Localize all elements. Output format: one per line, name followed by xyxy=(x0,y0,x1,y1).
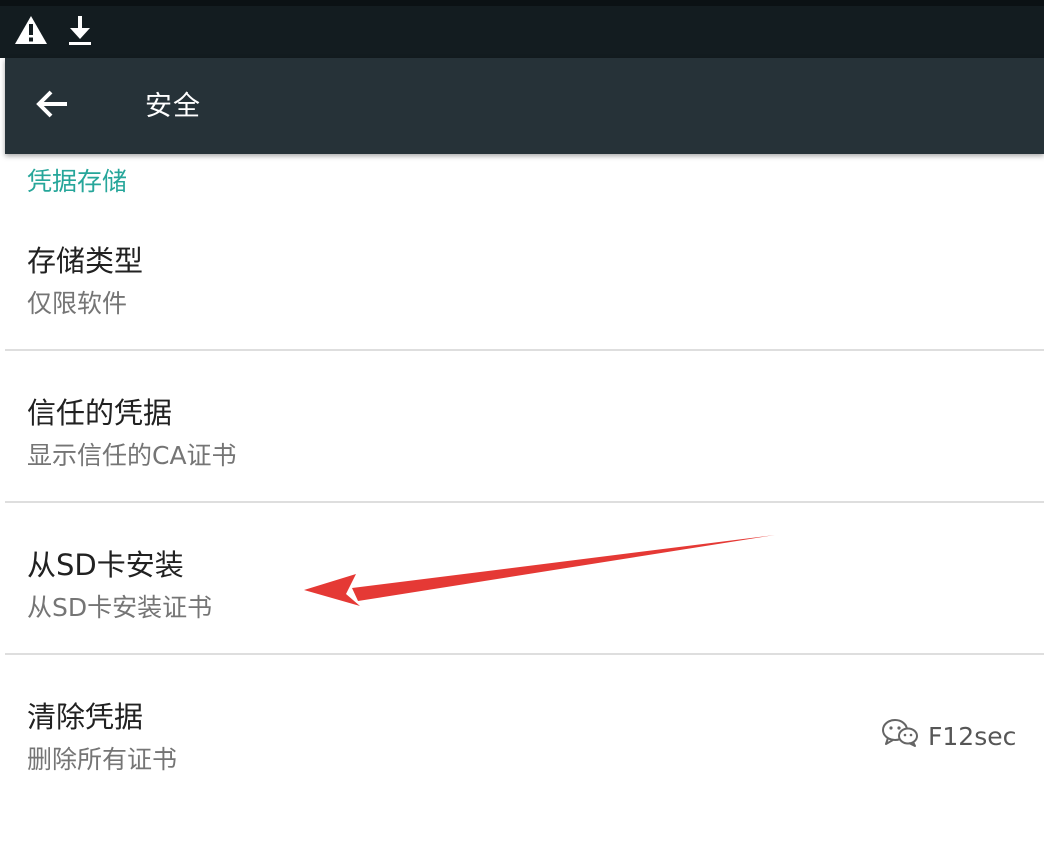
pref-trusted-credentials[interactable]: 信任的凭据 显示信任的CA证书 xyxy=(5,390,1044,540)
divider xyxy=(5,349,1044,351)
download-icon xyxy=(66,14,94,50)
pref-storage-type[interactable]: 存储类型 仅限软件 xyxy=(5,238,1044,388)
warning-icon xyxy=(14,14,48,50)
back-button[interactable] xyxy=(27,82,77,130)
pref-title: 信任的凭据 xyxy=(27,396,173,430)
divider xyxy=(5,501,1044,503)
pref-summary: 仅限软件 xyxy=(27,289,128,318)
page-title: 安全 xyxy=(145,91,201,122)
arrow-back-icon xyxy=(35,89,69,123)
pref-summary: 删除所有证书 xyxy=(27,745,178,774)
pref-title: 从SD卡安装 xyxy=(27,548,184,582)
app-bar: 安全 xyxy=(5,58,1044,154)
status-bar-edge xyxy=(0,0,1044,6)
settings-list: 凭据存储 存储类型 仅限软件 信任的凭据 显示信任的CA证书 从SD卡安装 从S… xyxy=(5,154,1044,776)
section-header: 凭据存储 xyxy=(27,167,128,196)
watermark-text: F12sec xyxy=(928,721,1017,751)
pref-title: 清除凭据 xyxy=(27,700,144,734)
pref-summary: 显示信任的CA证书 xyxy=(27,441,237,470)
status-bar xyxy=(0,0,1044,58)
pref-install-from-sd[interactable]: 从SD卡安装 从SD卡安装证书 xyxy=(5,542,1044,692)
pref-clear-credentials[interactable]: 清除凭据 删除所有证书 xyxy=(5,694,1044,844)
pref-summary: 从SD卡安装证书 xyxy=(27,593,213,622)
wechat-icon xyxy=(880,718,920,754)
divider xyxy=(5,653,1044,655)
watermark: F12sec xyxy=(880,718,1016,754)
pref-title: 存储类型 xyxy=(27,244,144,278)
